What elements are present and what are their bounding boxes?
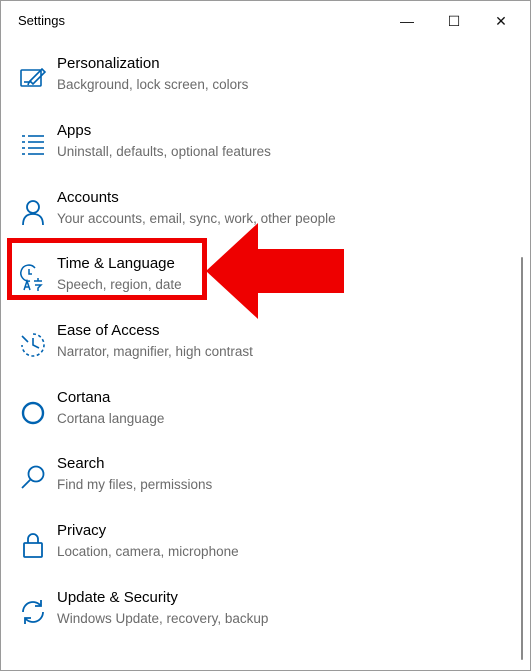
settings-item-privacy[interactable]: Privacy Location, camera, microphone <box>1 522 506 588</box>
settings-item-description: Uninstall, defaults, optional features <box>57 144 271 159</box>
maximize-button[interactable]: ☐ <box>431 1 477 41</box>
settings-item-label: Privacy <box>57 522 107 539</box>
settings-item-search[interactable]: Search Find my files, permissions <box>1 455 506 521</box>
settings-item-label: Update & Security <box>57 589 178 606</box>
maximize-icon: ☐ <box>447 12 461 29</box>
title-bar[interactable]: Settings — ☐ ✕ <box>1 1 530 41</box>
close-icon: ✕ <box>495 12 507 29</box>
personalization-icon <box>18 63 48 93</box>
settings-item-description: Narrator, magnifier, high contrast <box>57 344 253 359</box>
settings-item-ease-of-access[interactable]: Ease of Access Narrator, magnifier, high… <box>1 322 506 388</box>
highlight-box <box>7 238 207 300</box>
settings-item-label: Personalization <box>57 55 160 72</box>
window-title: Settings <box>18 13 65 28</box>
settings-item-label: Cortana <box>57 389 111 406</box>
settings-item-description: Background, lock screen, colors <box>57 77 249 92</box>
settings-item-personalization[interactable]: Personalization Background, lock screen,… <box>1 55 506 121</box>
settings-item-description: Find my files, permissions <box>57 477 213 492</box>
settings-item-description: Location, camera, microphone <box>57 544 239 559</box>
red-arrow-annotation <box>206 223 346 319</box>
settings-window: Settings — ☐ ✕ Personalization Backgroun… <box>0 0 531 671</box>
apps-icon <box>18 130 48 160</box>
ease-of-access-icon <box>18 330 48 360</box>
update-sync-icon <box>18 597 48 627</box>
close-button[interactable]: ✕ <box>478 1 524 41</box>
cortana-icon <box>18 397 48 427</box>
settings-item-label: Search <box>57 455 105 472</box>
settings-item-apps[interactable]: Apps Uninstall, defaults, optional featu… <box>1 122 506 188</box>
search-icon <box>18 463 48 493</box>
settings-item-cortana[interactable]: Cortana Cortana language <box>1 389 506 455</box>
settings-item-update-security[interactable]: Update & Security Windows Update, recove… <box>1 589 506 655</box>
settings-item-label: Accounts <box>57 189 119 206</box>
minimize-button[interactable]: — <box>384 1 430 41</box>
settings-item-label: Apps <box>57 122 92 139</box>
accounts-icon <box>18 197 48 227</box>
privacy-lock-icon <box>18 530 48 560</box>
settings-item-label: Ease of Access <box>57 322 160 339</box>
minimize-icon: — <box>400 13 414 29</box>
settings-item-description: Cortana language <box>57 411 165 426</box>
vertical-scrollbar[interactable] <box>521 257 523 660</box>
settings-item-description: Windows Update, recovery, backup <box>57 611 269 626</box>
